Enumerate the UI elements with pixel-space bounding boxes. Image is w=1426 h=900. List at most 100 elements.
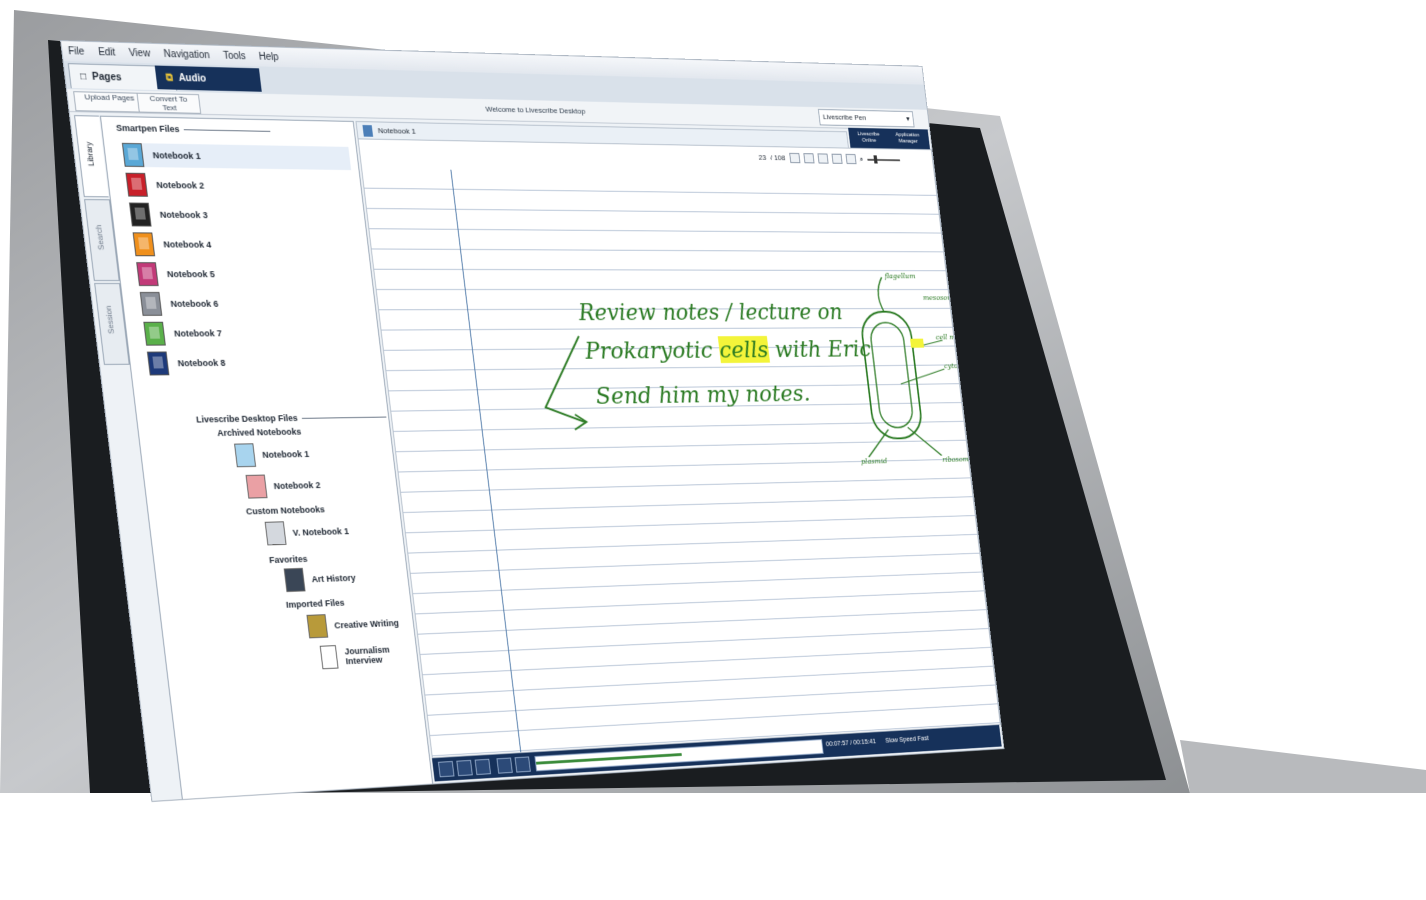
pause-icon[interactable] <box>474 758 492 776</box>
page-navigation: 23 / 108 ⌕ <box>758 152 901 165</box>
highlighted-word: cells <box>717 335 770 364</box>
menu-navigation[interactable]: Navigation <box>163 49 210 61</box>
list-item-notebook-6[interactable]: Notebook 6 <box>139 291 220 316</box>
list-item-archived-notebook-1[interactable]: Notebook 1 <box>234 442 310 468</box>
skip-forward-icon[interactable] <box>514 756 531 773</box>
menu-tools[interactable]: Tools <box>223 50 247 61</box>
notebook-label: Notebook 4 <box>162 239 212 250</box>
upload-pages-button[interactable]: Upload Pages <box>73 91 147 113</box>
notebook-icon <box>245 474 268 499</box>
list-item-notebook-4[interactable]: Notebook 4 <box>132 232 213 257</box>
notebook-icon <box>121 142 145 168</box>
skip-back-icon[interactable] <box>496 757 513 774</box>
convert-to-text-button[interactable]: Convert To Text <box>136 92 202 114</box>
notebook-page: 23 / 108 ⌕ Review notes / lecture on Pro… <box>357 138 1001 759</box>
list-item-notebook-1[interactable]: Notebook 1 <box>121 142 352 171</box>
list-item-notebook-7[interactable]: Notebook 7 <box>143 321 223 346</box>
ruled-lines <box>362 168 1000 758</box>
notebook-icon <box>129 202 152 227</box>
livescribe-desktop-window: File Edit View Navigation Tools Help □ P… <box>60 40 1005 802</box>
application-manager-button[interactable]: Application Manager <box>889 132 926 145</box>
notebook-icon <box>143 321 166 346</box>
pen-select-value: Livescribe Pen <box>822 112 867 122</box>
imported-label: Journalism Interview <box>343 644 391 667</box>
list-item-archived-notebook-2[interactable]: Notebook 2 <box>245 473 322 499</box>
diagram-label: cytoplasm <box>943 361 978 370</box>
zoom-slider[interactable] <box>867 158 901 161</box>
archived-label: Notebook 2 <box>273 480 321 492</box>
playback-time: 00:07:57 / 00:15:41 <box>825 738 877 749</box>
list-item-creative-writing[interactable]: Creative Writing <box>306 611 400 639</box>
timeline-progress <box>535 753 682 765</box>
tab-audio[interactable]: ⧉ Audio <box>154 65 262 92</box>
smartpen-files-header: Smartpen Files <box>116 123 271 136</box>
play-icon[interactable] <box>456 759 473 777</box>
first-page-icon[interactable] <box>788 152 801 164</box>
favorites-header: Favorites <box>268 553 308 566</box>
list-item-notebook-2[interactable]: Notebook 2 <box>125 172 205 198</box>
notebook-title: Notebook 1 <box>377 126 417 136</box>
diagram-label: flagellum <box>884 271 916 281</box>
view-mode-icon[interactable] <box>845 153 857 165</box>
notebook-label: Notebook 7 <box>173 328 223 339</box>
diagram-label: mesosome <box>922 293 958 302</box>
screen: File Edit View Navigation Tools Help □ P… <box>60 40 1131 900</box>
archived-notebooks-header: Archived Notebooks <box>216 426 302 439</box>
imported-files-header: Imported Files <box>285 597 345 610</box>
zoom-icon: ⌕ <box>859 154 864 163</box>
notebook-icon <box>146 351 170 376</box>
notebook-label: Notebook 2 <box>155 180 205 191</box>
audio-icon: ⧉ <box>165 72 174 84</box>
custom-notebooks-header: Custom Notebooks <box>245 504 326 517</box>
tab-search-label: Search <box>94 224 107 251</box>
next-page-icon[interactable] <box>817 153 829 164</box>
notebook-icon <box>264 521 287 546</box>
list-item-art-history[interactable]: Art History <box>283 566 357 593</box>
menu-view[interactable]: View <box>128 47 150 59</box>
list-item-journalism-interview[interactable]: Journalism Interview <box>319 642 418 670</box>
list-item-notebook-5[interactable]: Notebook 5 <box>136 262 216 287</box>
smartpen-files-label: Smartpen Files <box>115 122 180 135</box>
tab-audio-label: Audio <box>178 72 207 85</box>
tab-pages-label: Pages <box>91 71 123 83</box>
chevron-down-icon: ▾ <box>905 114 911 123</box>
custom-label: V. Notebook 1 <box>292 526 350 538</box>
playback-speed-control[interactable]: Slow Speed Fast <box>885 735 929 744</box>
menu-help[interactable]: Help <box>258 51 279 62</box>
image-file-icon <box>283 567 306 593</box>
divider <box>301 416 386 420</box>
stop-icon[interactable] <box>437 760 455 778</box>
last-page-icon[interactable] <box>831 153 843 164</box>
archived-label: Notebook 1 <box>261 449 310 460</box>
list-item-custom-notebook[interactable]: V. Notebook 1 <box>264 519 350 546</box>
tab-session-label: Session <box>103 305 117 334</box>
pen-select[interactable]: Livescribe Pen ▾ <box>817 108 915 128</box>
notebook-icon <box>136 262 159 287</box>
diagram-label: cell membrane <box>935 332 985 342</box>
page-total: / 108 <box>769 153 786 162</box>
diagram-label: ribosome <box>941 454 973 464</box>
prev-page-icon[interactable] <box>802 153 815 164</box>
notebook-icon <box>139 291 163 316</box>
welcome-text: Welcome to Livescribe Desktop <box>485 104 586 116</box>
menu-edit[interactable]: Edit <box>98 47 116 58</box>
desktop-files-label: Livescribe Desktop Files <box>195 413 299 425</box>
notebook-label: Notebook 6 <box>170 298 219 309</box>
diagram-label: plasmid <box>860 456 888 466</box>
menu-file[interactable]: File <box>68 46 85 57</box>
favorite-label: Art History <box>311 572 357 585</box>
handwriting-line-1: Review notes / lecture on <box>577 299 844 326</box>
notebook-icon <box>362 125 374 137</box>
handwriting-line-2: Prokaryotic cells with Eric <box>583 335 872 364</box>
list-item-notebook-8[interactable]: Notebook 8 <box>146 351 227 376</box>
livescribe-online-button[interactable]: Livescribe Online <box>850 131 887 144</box>
notebook-label: Notebook 1 <box>152 150 202 161</box>
document-icon <box>319 645 339 670</box>
imported-label: Creative Writing <box>333 618 400 631</box>
list-item-notebook-3[interactable]: Notebook 3 <box>129 202 209 227</box>
notebook-icon <box>132 232 156 257</box>
notebook-icon <box>125 172 148 197</box>
notebook-icon <box>234 443 257 468</box>
notebook-label: Notebook 8 <box>177 357 226 369</box>
handwriting-text: Prokaryotic <box>583 336 721 365</box>
